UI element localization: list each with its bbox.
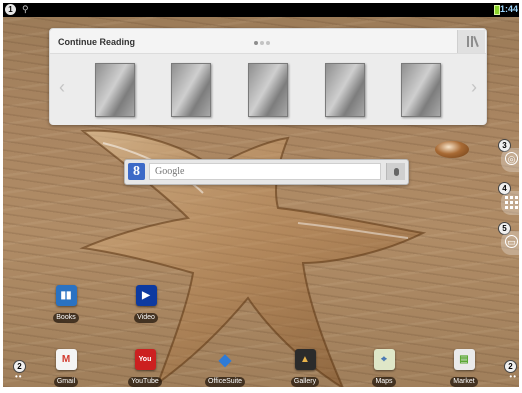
folder-icon: ▭: [505, 235, 518, 248]
book-cover[interactable]: [95, 63, 135, 117]
page-indicator-left[interactable]: ••: [15, 372, 23, 381]
book-cover[interactable]: [325, 63, 365, 117]
globe-icon: ◎: [505, 152, 518, 165]
scroll-right-arrow-icon[interactable]: ›: [471, 77, 477, 98]
maps-icon: ⌖: [373, 349, 395, 370]
books-icon: ▮▮: [55, 285, 77, 306]
gallery-icon: ▲: [294, 349, 316, 370]
app-gallery[interactable]: ▲ Gallery: [275, 349, 335, 387]
google-logo-icon[interactable]: 8: [128, 163, 145, 180]
app-video[interactable]: ▶ Video: [116, 285, 176, 324]
status-time: 1:44: [499, 4, 518, 14]
notification-icon[interactable]: ⚲: [22, 4, 29, 15]
scroll-left-arrow-icon[interactable]: ‹: [59, 77, 65, 98]
widget-title: Continue Reading: [58, 37, 135, 47]
app-youtube[interactable]: You YouTube: [115, 349, 175, 387]
status-bar: 1 ⚲ 1:44: [3, 3, 519, 17]
gmail-icon: M: [55, 349, 77, 370]
app-label: Video: [134, 313, 158, 323]
water-starfish-wallpaper: [79, 129, 427, 387]
continue-reading-widget[interactable]: Continue Reading ‹ ›: [49, 28, 487, 125]
book-shelf: ‹ ›: [50, 53, 486, 125]
app-label: Gmail: [53, 377, 79, 387]
browser-button[interactable]: ◎: [501, 148, 519, 172]
video-icon: ▶: [135, 285, 157, 306]
app-label: OfficeSuite: [204, 377, 246, 387]
app-officesuite[interactable]: ◆ OfficeSuite: [195, 349, 255, 387]
app-books[interactable]: ▮▮ Books: [36, 285, 96, 324]
app-label: YouTube: [128, 377, 162, 387]
page-dot: [260, 41, 264, 45]
app-label: Gallery: [290, 377, 320, 387]
annotation-badge-1: 1: [5, 4, 16, 15]
page-dot: [266, 41, 270, 45]
search-input[interactable]: [149, 163, 381, 180]
file-manager-button[interactable]: ▭: [501, 231, 519, 255]
book-cover[interactable]: [171, 63, 211, 117]
officesuite-icon: ◆: [218, 351, 232, 369]
app-label: Books: [53, 313, 79, 323]
all-apps-grid-icon: [505, 196, 518, 209]
youtube-icon: You: [134, 349, 156, 370]
app-label: Maps: [372, 377, 396, 387]
app-gmail[interactable]: M Gmail: [36, 349, 96, 387]
app-label: Market: [450, 377, 478, 387]
water-drop: [435, 141, 469, 158]
home-screen: 1 ⚲ 1:44 Continue Reading ‹ › 8 3 ◎ 4: [3, 3, 519, 387]
page-dots: [254, 41, 272, 45]
app-maps[interactable]: ⌖ Maps: [354, 349, 414, 387]
google-search-bar[interactable]: 8: [124, 159, 409, 185]
library-icon[interactable]: [457, 30, 485, 53]
book-cover[interactable]: [248, 63, 288, 117]
market-icon: ▤: [453, 349, 475, 370]
app-market[interactable]: ▤ Market: [434, 349, 494, 387]
all-apps-button[interactable]: [501, 191, 519, 215]
page-indicator-right[interactable]: ••: [509, 372, 517, 381]
page-dot: [254, 41, 258, 45]
book-cover[interactable]: [401, 63, 441, 117]
voice-search-icon[interactable]: [386, 163, 405, 180]
